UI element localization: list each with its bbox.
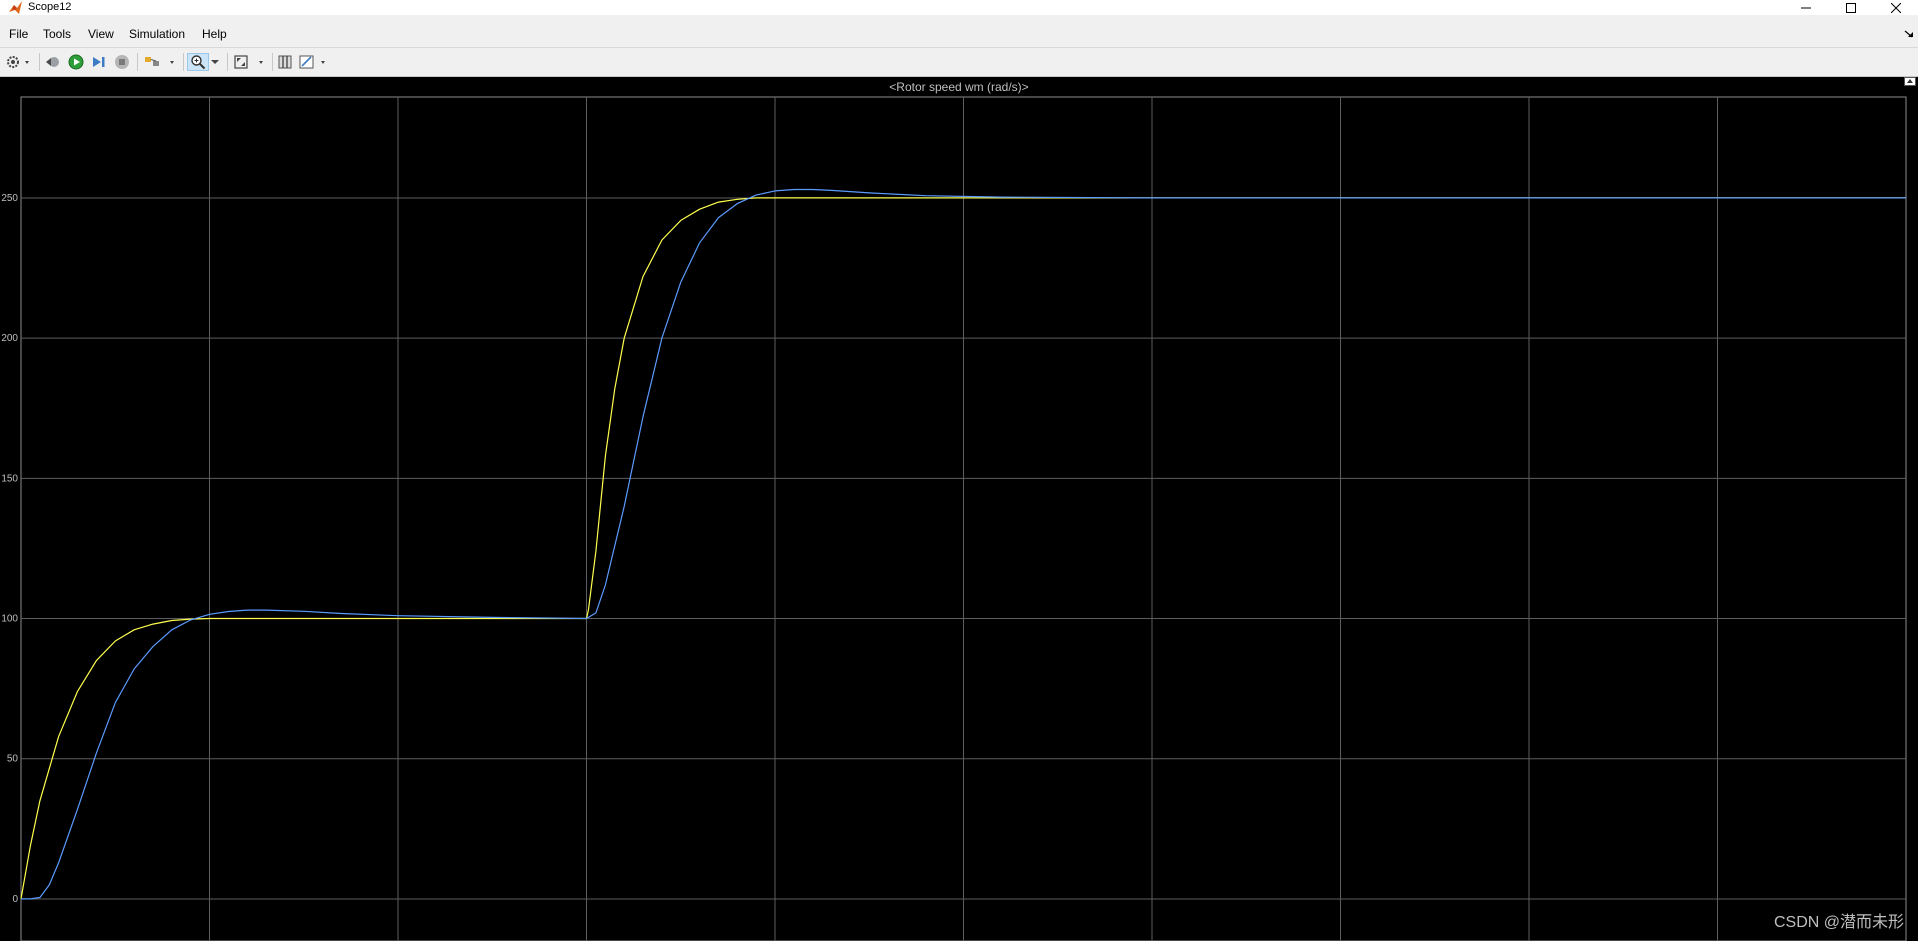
y-tick-label: 0: [12, 894, 18, 905]
y-tick-label: 50: [7, 754, 19, 765]
y-tick-label: 200: [1, 333, 18, 344]
y-tick-label: 150: [1, 473, 18, 484]
y-tick-label: 100: [1, 614, 18, 625]
watermark: CSDN @潜而未形: [1773, 914, 1904, 931]
y-tick-label: 250: [1, 193, 18, 204]
rotor-speed-chart: 0 50 100 150 200 250: [1, 96, 1907, 941]
